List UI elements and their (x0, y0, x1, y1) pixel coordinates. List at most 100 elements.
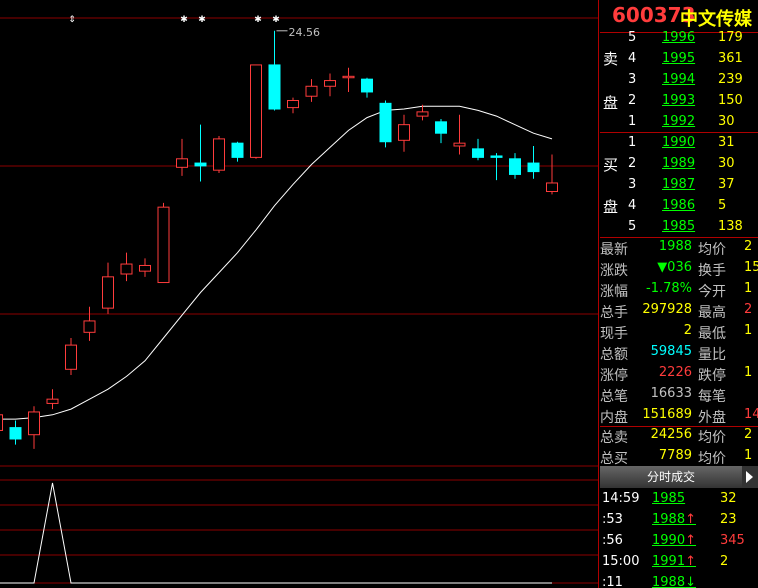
tab-bar: 分时成交 (600, 466, 758, 488)
stat-value: 151689 (642, 407, 692, 422)
trade-row: :11 1988↓ (600, 573, 758, 588)
order-volume: 361 (718, 51, 743, 66)
trade-time: 15:00 (602, 554, 640, 569)
stat-row: 总额 59845 量比 (600, 343, 758, 364)
order-price[interactable]: 1985 (662, 219, 695, 234)
stat-value: 1 (744, 281, 753, 296)
order-level: 1 (628, 114, 637, 129)
stat-value: 2 (744, 239, 753, 254)
trade-volume: 345 (720, 533, 745, 548)
total-label: 均价 (698, 430, 726, 446)
order-level: 5 (628, 219, 637, 234)
candle-body (453, 142, 466, 147)
order-price[interactable]: 1987 (662, 177, 695, 192)
stat-label: 最低 (698, 326, 726, 342)
candle-body (0, 414, 3, 431)
stat-row: 内盘151689外盘146 (600, 406, 758, 427)
buy-level-row[interactable]: 3 1987 37 (600, 176, 758, 197)
candle-body (194, 162, 207, 167)
stat-row: 最新 1988 均价 2 (600, 238, 758, 259)
trade-price: 1991↑ (652, 554, 696, 569)
order-price[interactable]: 1993 (662, 93, 695, 108)
buy-level-row[interactable]: 2 1989 30 (600, 155, 758, 176)
order-volume: 179 (718, 30, 743, 45)
candle-body (342, 75, 355, 79)
candle-body (416, 111, 429, 117)
trade-price-value: 1985 (652, 491, 686, 506)
stat-label: 今开 (698, 284, 726, 300)
order-price[interactable]: 1995 (662, 51, 695, 66)
stat-row: 涨停 2226 跌停 1 (600, 364, 758, 385)
candle-body (83, 320, 96, 333)
sell-level-row[interactable]: 3 1994 239 (600, 71, 758, 92)
trade-direction-arrow: ↑ (685, 512, 696, 527)
order-level: 2 (628, 156, 637, 171)
trade-volume: 23 (720, 512, 737, 527)
trade-volume: 32 (720, 491, 737, 506)
candle-body (65, 344, 77, 370)
candle-body (250, 64, 262, 158)
buy-level-row[interactable]: 5 1985 138 (600, 218, 758, 239)
event-marker-icon: ✱ (180, 15, 188, 25)
trade-row: 14:59 1985 32 (600, 489, 758, 510)
event-marker-icon: ✱ (272, 15, 280, 25)
trade-row: :53 1988↑ 23 (600, 510, 758, 531)
order-level: 2 (628, 93, 637, 108)
trade-price-value: 1991 (652, 554, 686, 569)
candle-body (102, 276, 114, 309)
stat-value: ▼036 (657, 260, 692, 275)
sell-level-row[interactable]: 4 1995 361 (600, 50, 758, 71)
sell-level-row[interactable]: 5 1996 179 (600, 29, 758, 50)
stat-row: 涨跌▼036换手15.8 (600, 259, 758, 280)
buy-level-row[interactable]: 1 1990 31 (600, 134, 758, 155)
order-volume: 30 (718, 114, 735, 129)
stat-value: 146 (744, 407, 758, 422)
candle-body (268, 64, 281, 110)
candle-body (305, 85, 318, 97)
trade-time: :56 (602, 533, 623, 548)
tab-next-arrow-icon[interactable] (746, 471, 753, 483)
trade-time: :11 (602, 575, 623, 588)
trade-direction-arrow: ↑ (685, 533, 696, 548)
sell-level-row[interactable]: 1 1992 30 (600, 113, 758, 134)
kline-chart[interactable]: 24.56 ⇕ ✱ ✱ ✱ ✱ (0, 0, 600, 588)
order-price[interactable]: 1994 (662, 72, 695, 87)
order-price[interactable]: 1990 (662, 135, 695, 150)
stat-label: 均价 (698, 242, 726, 258)
trade-direction-arrow: ↑ (685, 554, 696, 569)
order-price[interactable]: 1986 (662, 198, 695, 213)
candle-body (472, 148, 484, 158)
stat-value: 59845 (650, 344, 692, 359)
sell-level-row[interactable]: 2 1993 150 (600, 92, 758, 113)
candle-body (435, 121, 447, 134)
moving-average-line (0, 105, 553, 420)
order-volume: 37 (718, 177, 735, 192)
buy-level-row[interactable]: 4 1986 5 (600, 197, 758, 218)
panel-divider (598, 0, 599, 588)
high-price-label: 24.56 (289, 26, 321, 39)
trade-volume: 2 (720, 554, 729, 569)
order-level: 4 (628, 51, 637, 66)
trade-direction-arrow: ↓ (685, 575, 696, 588)
order-level: 4 (628, 198, 637, 213)
event-marker-icon: ⇕ (68, 15, 76, 25)
candle-body (120, 263, 133, 275)
candle-body (46, 398, 59, 404)
tab-tick-trades[interactable]: 分时成交 (600, 466, 742, 488)
total-label: 均价 (698, 451, 726, 467)
stat-value: 1 (744, 323, 753, 338)
order-price[interactable]: 1992 (662, 114, 695, 129)
candle-body (213, 138, 225, 171)
total-value: 2 (744, 427, 753, 442)
quote-panel: 600373 中文传媒 卖 盘 5 1996 179 4 1995 361 3 1994 239… (600, 0, 758, 588)
total-row: 总卖 24256 均价 2 (600, 426, 758, 447)
order-price[interactable]: 1996 (662, 30, 695, 45)
total-row: 总买 7789 均价 1 (600, 447, 758, 468)
order-volume: 138 (718, 219, 743, 234)
candle-body (28, 411, 40, 436)
order-price[interactable]: 1989 (662, 156, 695, 171)
trade-price: 1988↓ (652, 575, 696, 588)
stat-value: 2 (683, 323, 692, 338)
kline-svg: 24.56 ⇕ ✱ ✱ ✱ ✱ (0, 15, 598, 584)
order-volume: 150 (718, 93, 743, 108)
